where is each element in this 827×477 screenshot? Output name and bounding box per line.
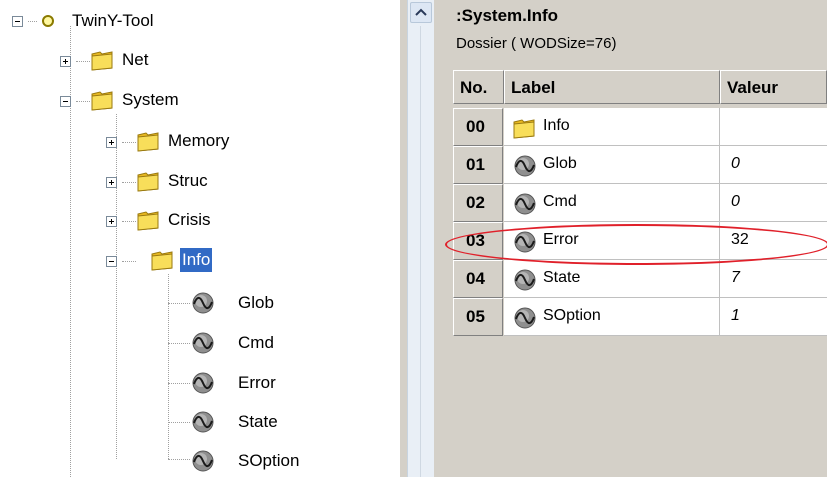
row-value: 0 <box>720 146 827 184</box>
table-row[interactable]: 01 Glob 0 <box>453 146 827 184</box>
row-label: Cmd <box>543 193 577 210</box>
signal-icon <box>190 291 216 315</box>
row-label: Error <box>543 231 579 248</box>
table-row[interactable]: 04 State 7 <box>453 260 827 298</box>
tree-item-soption[interactable]: SOption <box>236 449 301 473</box>
row-label: Info <box>543 117 570 134</box>
signal-icon <box>512 306 538 330</box>
row-label: State <box>543 269 581 286</box>
tree-item-system[interactable]: System <box>120 88 181 112</box>
splitter[interactable] <box>400 0 407 477</box>
folder-icon <box>150 248 176 272</box>
tree-item-glob[interactable]: Glob <box>236 291 276 315</box>
expand-toggle-crisis[interactable] <box>106 216 117 227</box>
signal-icon <box>190 449 216 473</box>
signal-icon <box>512 192 538 216</box>
tree-item-net[interactable]: Net <box>120 48 150 72</box>
row-number: 05 <box>453 298 503 336</box>
row-label: Glob <box>543 155 577 172</box>
column-header-value[interactable]: Valeur <box>720 70 827 104</box>
row-value: 7 <box>720 260 827 298</box>
scroll-up-button[interactable] <box>410 2 432 23</box>
folder-icon <box>512 116 538 140</box>
row-value: 1 <box>720 298 827 336</box>
tree-item-info-selected[interactable]: Info <box>180 248 213 272</box>
row-value <box>720 108 827 146</box>
row-label: SOption <box>543 307 601 324</box>
table-row[interactable]: 03 Error 32 <box>453 222 827 260</box>
signal-icon <box>190 371 216 395</box>
table-row[interactable]: 02 Cmd 0 <box>453 184 827 222</box>
collapse-toggle-info[interactable] <box>106 256 117 267</box>
tree-item-cmd[interactable]: Cmd <box>236 331 276 355</box>
column-header-no[interactable]: No. <box>453 70 504 104</box>
row-number: 03 <box>453 222 503 260</box>
folder-icon <box>90 48 116 72</box>
tree-item-state[interactable]: State <box>236 410 280 434</box>
root-node-icon <box>42 15 54 27</box>
column-header-label[interactable]: Label <box>504 70 720 104</box>
folder-icon <box>136 169 162 193</box>
chevron-up-icon <box>415 8 427 16</box>
tree-item-crisis[interactable]: Crisis <box>166 208 213 232</box>
tree-item-error[interactable]: Error <box>236 371 278 395</box>
collapse-toggle-system[interactable] <box>60 96 71 107</box>
folder-icon <box>136 208 162 232</box>
collapse-toggle-root[interactable] <box>12 16 23 27</box>
panel-subtitle: Dossier ( WODSize=76) <box>456 35 617 52</box>
row-number: 00 <box>453 108 503 146</box>
scroll-track <box>420 26 421 477</box>
row-number: 02 <box>453 184 503 222</box>
signal-icon <box>512 230 538 254</box>
panel-title: :System.Info <box>456 6 559 25</box>
signal-icon <box>190 331 216 355</box>
row-value: 0 <box>720 184 827 222</box>
expand-toggle-memory[interactable] <box>106 137 117 148</box>
folder-icon <box>90 88 116 112</box>
tree-view: TwinY-Tool Net System Memory Struc Crisi… <box>0 0 400 477</box>
table-row[interactable]: 00 Info <box>453 108 827 146</box>
tree-root-label[interactable]: TwinY-Tool <box>70 9 156 33</box>
expand-toggle-net[interactable] <box>60 56 71 67</box>
signal-icon <box>512 154 538 178</box>
folder-icon <box>136 129 162 153</box>
signal-icon <box>512 268 538 292</box>
row-number: 01 <box>453 146 503 184</box>
signal-icon <box>190 410 216 434</box>
tree-item-struc[interactable]: Struc <box>166 169 210 193</box>
detail-panel: :System.Info Dossier ( WODSize=76) No. L… <box>434 0 827 477</box>
tree-item-memory[interactable]: Memory <box>166 129 231 153</box>
row-number: 04 <box>453 260 503 298</box>
table-row[interactable]: 05 SOption 1 <box>453 298 827 336</box>
row-value: 32 <box>720 222 827 260</box>
vertical-scrollbar[interactable] <box>407 0 434 477</box>
expand-toggle-struc[interactable] <box>106 177 117 188</box>
